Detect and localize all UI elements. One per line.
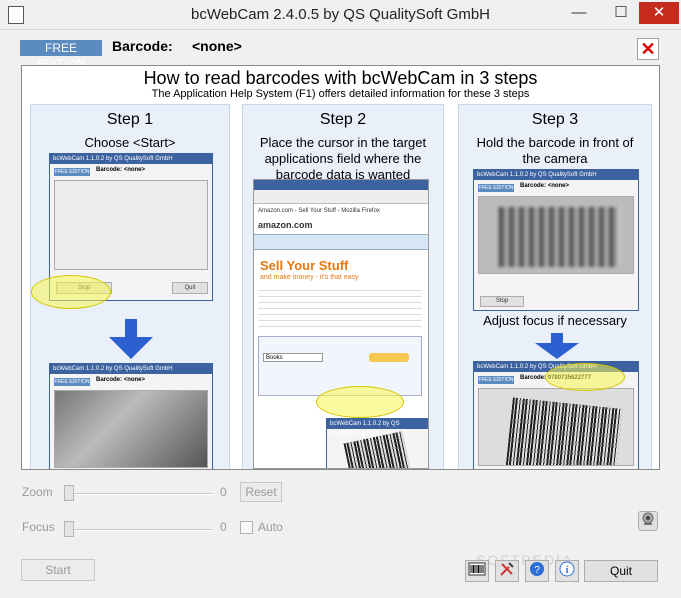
start-button[interactable]: Start	[21, 559, 95, 581]
step-3-panel: Step 3 Hold the barcode in front of the …	[458, 104, 652, 469]
barcode-value: <none>	[192, 38, 242, 54]
help-title: How to read barcodes with bcWebCam in 3 …	[143, 68, 538, 88]
arrow-down-icon	[551, 333, 563, 343]
barcode-type-icon[interactable]	[465, 560, 489, 582]
title-bar: bcWebCam 2.4.0.5 by QS QualitySoft GmbH …	[0, 0, 681, 30]
step-1-panel: Step 1 Choose <Start> bcWebCam 1.1.0.2 b…	[30, 104, 230, 469]
barcode-image	[499, 207, 619, 267]
window-close-button[interactable]: ✕	[639, 2, 679, 24]
help-subtitle: The Application Help System (F1) offers …	[151, 88, 530, 100]
amazon-logo: amazon.com	[258, 220, 313, 230]
highlight-ellipse	[31, 275, 111, 309]
help-panel: How to read barcodes with bcWebCam in 3 …	[21, 65, 660, 470]
browser-screenshot: Amazon.com - Sell Your Stuff - Mozilla F…	[253, 179, 429, 469]
zoom-label: Zoom	[22, 485, 53, 499]
edition-badge: FREE EDITION	[20, 40, 102, 71]
step-3-heading: Step 3	[531, 111, 579, 128]
browser-nav	[254, 190, 428, 204]
auto-label: Auto	[258, 520, 283, 534]
focus-value: 0	[220, 520, 227, 534]
barcode-label: Barcode:	[112, 38, 173, 54]
svg-text:?: ?	[534, 565, 540, 576]
arrow-down-icon	[535, 343, 579, 359]
step-2-panel: Step 2 Place the cursor in the target ap…	[242, 104, 444, 469]
zoom-slider-track[interactable]	[64, 493, 212, 495]
focus-label: Focus	[22, 520, 55, 534]
mini-video	[54, 180, 208, 270]
page-heading: Sell Your Stuff	[260, 258, 349, 273]
step-1-heading: Step 1	[106, 111, 154, 128]
focus-slider-track[interactable]	[64, 529, 212, 531]
mini-barcode-label: Barcode: <none>	[96, 167, 146, 173]
highlight-ellipse	[545, 363, 625, 391]
mini-video-camera	[54, 390, 208, 468]
quit-button[interactable]: Quit	[584, 560, 658, 582]
step-1-text: Choose <Start>	[84, 135, 176, 150]
step-2-text: Place the cursor in the target applicati…	[259, 135, 427, 182]
arrow-down-icon	[109, 337, 153, 359]
svg-text:i: i	[566, 565, 569, 576]
barcode-image	[505, 397, 623, 465]
step-2-heading: Step 2	[319, 111, 367, 128]
mini-title: bcWebCam 1.1.0.2 by QS QualitySoft GmbH	[50, 154, 212, 164]
step-3-text-2: Adjust focus if necessary	[483, 313, 627, 328]
step-1-screenshot-2: bcWebCam 1.1.0.2 by QS QualitySoft GmbH …	[49, 363, 213, 469]
focus-slider-thumb[interactable]	[64, 521, 74, 537]
help-icon[interactable]: ?	[525, 560, 549, 582]
zoom-value: 0	[220, 485, 227, 499]
zoom-slider-thumb[interactable]	[64, 485, 74, 501]
maximize-button[interactable]: ☐	[607, 2, 635, 24]
auto-focus-checkbox[interactable]	[240, 521, 253, 534]
mini-edition: FREE EDITION	[54, 168, 90, 176]
mini-quit-button: Quit	[172, 282, 208, 294]
info-icon[interactable]: i	[555, 560, 579, 582]
clear-barcode-button[interactable]: ✕	[637, 38, 659, 60]
webcam-icon[interactable]	[638, 511, 658, 531]
highlight-ellipse	[316, 386, 404, 418]
arrow-down-icon	[125, 319, 137, 337]
minimize-button[interactable]: —	[565, 2, 593, 24]
step-3-text: Hold the barcode in front of the camera	[476, 135, 634, 166]
browser-titlebar	[254, 180, 428, 190]
step-3-screenshot: bcWebCam 1.1.0.2 by QS QualitySoft GmbH …	[473, 169, 639, 311]
reset-button[interactable]: Reset	[240, 482, 282, 502]
tools-icon[interactable]	[495, 560, 519, 582]
